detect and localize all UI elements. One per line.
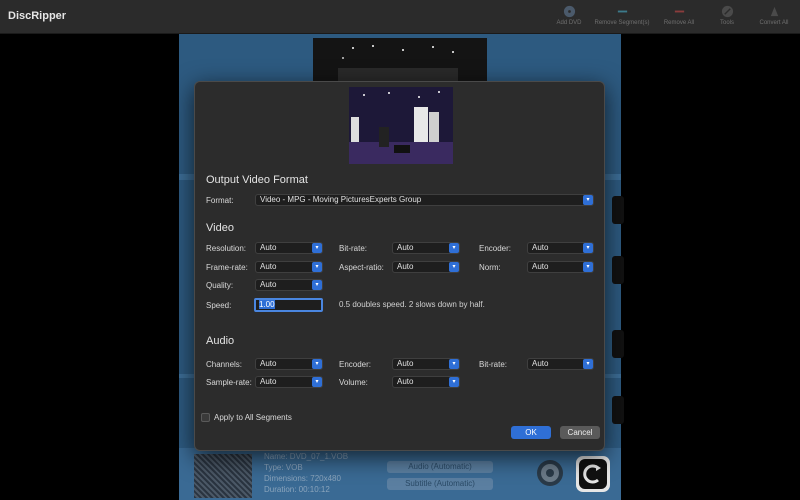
- quality-select[interactable]: Auto ▾: [255, 279, 323, 291]
- convert-icon: [770, 6, 778, 17]
- framerate-value: Auto: [260, 262, 277, 271]
- volume-value: Auto: [397, 377, 414, 386]
- chevron-down-icon: ▾: [583, 243, 593, 253]
- video-heading: Video: [206, 222, 234, 234]
- aspect-ratio-value: Auto: [397, 262, 414, 271]
- apply-all-label: Apply to All Segments: [214, 413, 292, 422]
- tools-label: Tools: [719, 20, 734, 26]
- format-label: Format:: [206, 196, 234, 205]
- segment-type: Type: VOB: [264, 463, 303, 472]
- volume-select[interactable]: Auto ▾: [392, 376, 460, 388]
- speed-input[interactable]: 1.00: [254, 298, 323, 312]
- norm-select[interactable]: Auto ▾: [527, 261, 594, 273]
- format-select[interactable]: Video - MPG - Moving PicturesExperts Gro…: [255, 194, 594, 206]
- segment-thumbnail: [194, 454, 252, 498]
- settings-gear-icon[interactable]: [532, 455, 568, 491]
- encoder-label: Encoder:: [479, 244, 512, 253]
- format-value: Video - MPG - Moving PicturesExperts Gro…: [260, 195, 422, 204]
- apply-all-checkbox[interactable]: [201, 413, 210, 422]
- chevron-down-icon: ▾: [312, 243, 322, 253]
- side-control[interactable]: [612, 256, 624, 284]
- bitrate-select[interactable]: Auto ▾: [392, 242, 460, 254]
- bitrate-label: Bit-rate:: [339, 244, 368, 253]
- output-video-format-heading: Output Video Format: [206, 174, 308, 186]
- segment-duration: Duration: 00:10:12: [264, 485, 330, 494]
- remove-all-label: Remove All: [663, 20, 695, 26]
- chevron-down-icon: ▾: [312, 262, 322, 272]
- side-control[interactable]: [612, 396, 624, 424]
- chevron-down-icon: ▾: [449, 377, 459, 387]
- audio-bitrate-value: Auto: [532, 359, 549, 368]
- norm-value: Auto: [532, 262, 549, 271]
- remove-all-icon: [674, 10, 684, 13]
- audio-track-select[interactable]: Audio (Automatic): [387, 461, 493, 473]
- app-title: DiscRipper: [8, 10, 67, 22]
- convert-segment-button[interactable]: [576, 456, 610, 492]
- resolution-label: Resolution:: [206, 244, 247, 253]
- framerate-select[interactable]: Auto ▾: [255, 261, 323, 273]
- chevron-down-icon: ▾: [312, 359, 322, 369]
- add-dvd-button[interactable]: Add DVD: [539, 5, 599, 26]
- cancel-button[interactable]: Cancel: [560, 426, 600, 439]
- chevron-down-icon: ▾: [312, 377, 322, 387]
- chevron-down-icon: ▾: [583, 359, 593, 369]
- audio-bitrate-label: Bit-rate:: [479, 360, 508, 369]
- side-control[interactable]: [612, 196, 624, 224]
- disc-icon: [563, 5, 575, 18]
- speed-label: Speed:: [206, 301, 232, 310]
- speed-hint: 0.5 doubles speed. 2 slows down by half.: [339, 300, 485, 309]
- resolution-value: Auto: [260, 243, 277, 252]
- ok-button[interactable]: OK: [511, 426, 551, 439]
- dialog-video-preview: [349, 87, 453, 164]
- side-control[interactable]: [612, 330, 624, 358]
- add-dvd-label: Add DVD: [556, 20, 582, 26]
- encoder-value: Auto: [532, 243, 549, 252]
- segment-name: Name: DVD_07_1.VOB: [264, 452, 349, 461]
- convert-all-label: Convert All: [759, 20, 789, 26]
- channels-value: Auto: [260, 359, 277, 368]
- encoder-select[interactable]: Auto ▾: [527, 242, 594, 254]
- chevron-down-icon: ▾: [449, 243, 459, 253]
- sample-rate-select[interactable]: Auto ▾: [255, 376, 323, 388]
- remove-segments-label: Remove Segment(s): [594, 20, 650, 26]
- audio-encoder-label: Encoder:: [339, 360, 372, 369]
- channels-label: Channels:: [206, 360, 243, 369]
- convert-arrow-icon: [579, 459, 607, 489]
- channels-select[interactable]: Auto ▾: [255, 358, 323, 370]
- quality-value: Auto: [260, 280, 277, 289]
- chevron-down-icon: ▾: [312, 280, 322, 290]
- bitrate-value: Auto: [397, 243, 414, 252]
- toolbar: DiscRipper Add DVD Remove Segment(s) Rem…: [0, 0, 800, 34]
- subtitle-track-select[interactable]: Subtitle (Automatic): [387, 478, 493, 490]
- speed-value: 1.00: [259, 300, 275, 309]
- remove-segment-icon: [617, 10, 627, 13]
- chevron-down-icon: ▾: [449, 359, 459, 369]
- sample-rate-value: Auto: [260, 377, 277, 386]
- norm-label: Norm:: [479, 263, 501, 272]
- concert-stage-image: [349, 87, 453, 164]
- audio-encoder-select[interactable]: Auto ▾: [392, 358, 460, 370]
- output-settings-dialog: Output Video Format Format: Video - MPG …: [194, 81, 605, 451]
- remove-segments-button[interactable]: Remove Segment(s): [592, 5, 652, 26]
- volume-label: Volume:: [339, 378, 368, 387]
- tools-icon: [721, 5, 733, 18]
- top-video-preview: [313, 38, 487, 84]
- chevron-down-icon: ▾: [583, 195, 593, 205]
- audio-bitrate-select[interactable]: Auto ▾: [527, 358, 594, 370]
- aspect-ratio-select[interactable]: Auto ▾: [392, 261, 460, 273]
- convert-all-button[interactable]: Convert All: [744, 5, 800, 26]
- resolution-select[interactable]: Auto ▾: [255, 242, 323, 254]
- chevron-down-icon: ▾: [583, 262, 593, 272]
- concert-image: [313, 38, 487, 84]
- quality-label: Quality:: [206, 281, 234, 290]
- framerate-label: Frame-rate:: [206, 263, 248, 272]
- chevron-down-icon: ▾: [449, 262, 459, 272]
- aspect-ratio-label: Aspect-ratio:: [339, 263, 384, 272]
- audio-heading: Audio: [206, 335, 235, 347]
- sample-rate-label: Sample-rate:: [206, 378, 252, 387]
- segment-dimensions: Dimensions: 720x480: [264, 474, 341, 483]
- audio-encoder-value: Auto: [397, 359, 414, 368]
